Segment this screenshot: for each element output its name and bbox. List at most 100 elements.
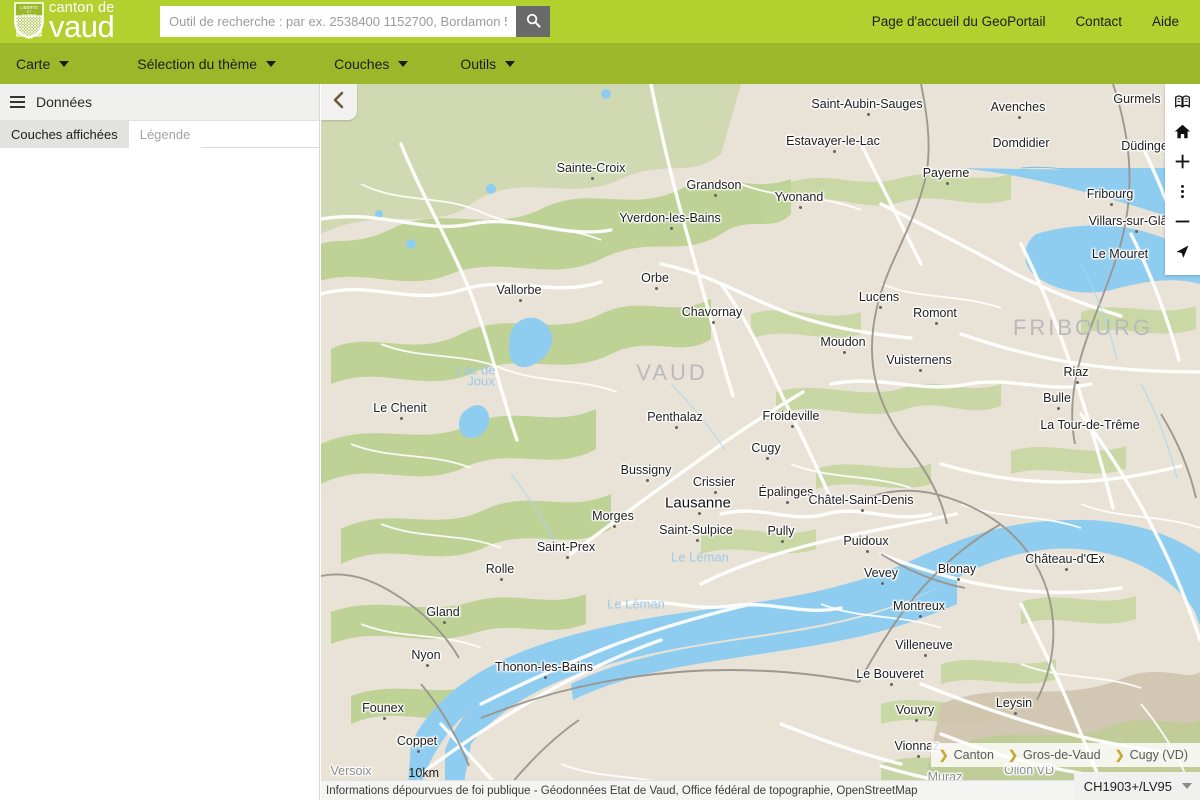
layers-list [0,148,319,800]
chevron-right-icon: ❯ [1007,748,1018,762]
map-place-dot [766,457,769,460]
chevron-down-icon [59,60,70,67]
map-place-dot [881,582,884,585]
link-contact[interactable]: Contact [1075,14,1122,29]
projection-select[interactable]: CH1903+/LV95 [1073,772,1200,800]
chevron-left-icon [332,91,346,114]
breadcrumb-item-district[interactable]: ❯ Gros-de-Vaud [1008,748,1101,762]
map-place-dot [919,369,922,372]
geolocate-arrow-icon [1174,243,1191,265]
link-geoportal-home[interactable]: Page d'accueil du GeoPortail [872,14,1046,29]
map-place-dot [714,194,717,197]
map-place-dot [646,479,649,482]
search-input[interactable] [160,6,516,37]
chevron-right-icon: ❯ [938,748,949,762]
minus-icon [1174,213,1191,235]
chevron-down-icon [1182,783,1192,789]
map-place-dot [781,540,784,543]
home-button[interactable] [1165,119,1200,149]
map-place-dot [843,351,846,354]
zoom-in-button[interactable] [1165,149,1200,179]
breadcrumb: ❯ Canton ❯ Gros-de-Vaud ❯ Cugy (VD) [930,743,1200,767]
left-panel: Données Couches affichées Légende [0,84,320,800]
panel-header: Données [0,84,319,121]
logo-text: canton de vaud [49,1,115,42]
chevron-down-icon [505,60,516,67]
map-place-dot [879,306,882,309]
basemap-icon [1174,93,1191,115]
map-canvas[interactable]: FleurierSaint-Aubin-SaugesAvenchesGurmel… [321,84,1200,800]
map-place-dot [1110,203,1113,206]
logo-line-2: vaud [49,8,115,44]
map-place-dot [867,113,870,116]
map-place-dot [426,664,429,667]
map-place-dot [890,683,893,686]
map-place-dot [791,425,794,428]
map-place-dot [946,182,949,185]
map-place-dot [696,539,699,542]
search-icon [526,13,541,31]
svg-text:PATRIE: PATRIE [22,13,37,18]
map-place-dot [786,501,789,504]
zoom-out-button[interactable] [1165,209,1200,239]
map-place-dot [655,287,658,290]
map-place-dot [383,717,386,720]
breadcrumb-district-label: Gros-de-Vaud [1023,748,1101,762]
map-place-dot [1135,230,1138,233]
projection-value: CH1903+/LV95 [1083,778,1172,794]
map-place-dot [698,512,701,515]
menu-outils[interactable]: Outils [444,43,531,84]
search-bar [160,6,550,37]
vaud-shield-icon: LIBERTE ET PATRIE [14,2,44,39]
tab-couches-affichees-label: Couches affichées [11,127,118,142]
map-place-dot [935,322,938,325]
map-place-dot [924,654,927,657]
scale-label: 10km [408,766,439,780]
search-button[interactable] [516,6,550,37]
home-icon [1174,123,1191,145]
breadcrumb-item-canton[interactable]: ❯ Canton [939,748,994,762]
chevron-right-icon: ❯ [1114,748,1125,762]
map-place-dot [591,177,594,180]
menu-outils-label: Outils [460,55,497,72]
map-place-dot [519,299,522,302]
more-options-button[interactable] [1165,179,1200,209]
map-place-dot [400,417,403,420]
map-place-dot [712,321,715,324]
tabs-filler [201,121,319,147]
map-place-dot [417,750,420,753]
map-place-dot [443,621,446,624]
tab-legende[interactable]: Légende [128,121,202,148]
attribution-text: Informations dépourvues de foi publique … [326,784,918,797]
logo[interactable]: LIBERTE ET PATRIE canton de vaud [0,0,160,43]
chevron-down-icon [266,60,277,67]
tab-legende-label: Légende [139,127,191,142]
map-place-dot [1057,407,1060,410]
chevron-down-icon [398,60,409,67]
breadcrumb-canton-label: Canton [953,748,994,762]
collapse-panel-button[interactable] [321,84,357,120]
map-place-dot [613,525,616,528]
map-tiles [321,84,1200,800]
menu-selection-theme-label: Sélection du thème [137,55,258,72]
status-bar: Informations dépourvues de foi publique … [321,780,1200,800]
geoportal-app: LIBERTE ET PATRIE canton de vaud Outil d… [0,0,1200,800]
menu-carte[interactable]: Carte [0,43,85,84]
link-help[interactable]: Aide [1152,14,1179,29]
plus-icon [1174,153,1191,175]
panel-title: Données [36,94,93,110]
map-place-dot [917,755,920,758]
list-icon [10,96,25,108]
menu-selection-theme[interactable]: Sélection du thème [121,43,292,84]
menu-couches[interactable]: Couches [318,43,424,84]
tab-couches-affichees[interactable]: Couches affichées [0,121,129,148]
geolocate-button[interactable] [1165,239,1200,269]
basemap-button[interactable] [1165,89,1200,119]
breadcrumb-commune-label: Cugy (VD) [1129,748,1188,762]
map-place-dot [866,550,869,553]
map-place-dot [861,509,864,512]
menu-carte-label: Carte [16,55,51,72]
header-links: Page d'accueil du GeoPortail Contact Aid… [842,0,1200,43]
breadcrumb-item-commune[interactable]: ❯ Cugy (VD) [1115,748,1188,762]
top-header: LIBERTE ET PATRIE canton de vaud Outil d… [0,0,1200,43]
